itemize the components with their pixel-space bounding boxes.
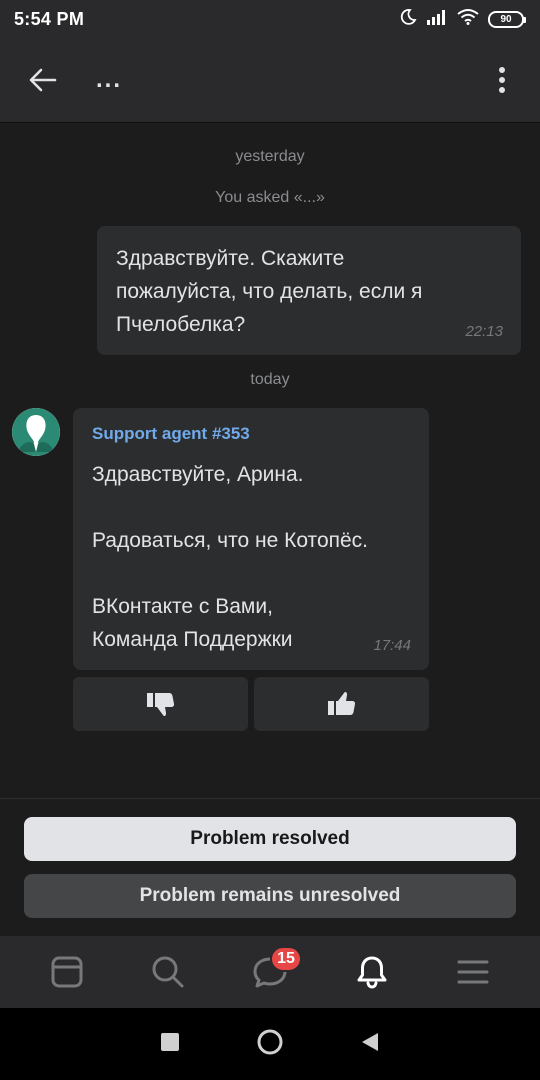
- search-icon: [152, 956, 184, 988]
- bell-icon: [357, 956, 387, 989]
- resolution-actions: Problem resolved Problem remains unresol…: [0, 798, 540, 936]
- back-button[interactable]: [18, 55, 68, 105]
- chat-history[interactable]: yesterday You asked «...» Здравствуйте. …: [0, 122, 540, 798]
- wifi-icon: [457, 8, 479, 30]
- thumbs-down-icon: [146, 693, 174, 717]
- problem-unresolved-button[interactable]: Problem remains unresolved: [24, 874, 516, 918]
- status-icons: 90: [399, 8, 526, 31]
- status-bar: 5:54 PM 90: [0, 0, 540, 38]
- like-button[interactable]: [254, 677, 429, 731]
- user-message-text: Здравствуйте. Скажите пожалуйста, что де…: [116, 247, 423, 336]
- page-title: ...: [96, 66, 123, 93]
- tab-menu[interactable]: [443, 942, 503, 1002]
- user-message-time: 22:13: [465, 323, 503, 340]
- status-time: 5:54 PM: [14, 8, 85, 29]
- messages-badge: 15: [269, 946, 302, 972]
- agent-message-text: Здравствуйте, Арина. Радоваться, что не …: [92, 463, 369, 651]
- date-separator-today: today: [250, 371, 290, 388]
- bottom-tab-bar: 15: [0, 936, 540, 1008]
- news-feed-icon: [51, 956, 83, 988]
- battery-icon: 90: [488, 10, 526, 28]
- more-options-button[interactable]: [482, 55, 522, 105]
- recents-button[interactable]: [160, 1032, 180, 1057]
- moon-icon: [399, 8, 417, 31]
- tab-notifications[interactable]: [342, 942, 402, 1002]
- agent-name[interactable]: Support agent #353: [92, 424, 250, 444]
- back-arrow-icon: [29, 68, 57, 92]
- tab-messages[interactable]: 15: [240, 942, 302, 1002]
- agent-message-bubble[interactable]: Support agent #353 Здравствуйте, Арина. …: [73, 408, 429, 670]
- user-message-bubble[interactable]: Здравствуйте. Скажите пожалуйста, что де…: [97, 226, 521, 355]
- back-triangle-icon: [362, 1032, 378, 1051]
- dislike-button[interactable]: [73, 677, 248, 731]
- home-circle-icon: [257, 1029, 283, 1054]
- tab-search[interactable]: [138, 942, 198, 1002]
- problem-resolved-button[interactable]: Problem resolved: [24, 817, 516, 861]
- system-nav-bar: [0, 1008, 540, 1080]
- you-asked-label: You asked «...»: [215, 189, 325, 206]
- home-button[interactable]: [256, 1028, 284, 1061]
- tab-news[interactable]: [37, 942, 97, 1002]
- date-separator-yesterday: yesterday: [235, 148, 305, 165]
- signal-icon: [426, 9, 448, 30]
- thumbs-up-icon: [327, 691, 355, 715]
- agent-avatar[interactable]: [12, 408, 60, 456]
- agent-message-time: 17:44: [373, 637, 411, 654]
- system-back-button[interactable]: [360, 1031, 380, 1058]
- recents-square-icon: [161, 1032, 179, 1051]
- top-app-bar: ...: [0, 38, 540, 122]
- more-vertical-icon: [499, 67, 505, 93]
- menu-icon: [457, 960, 489, 984]
- battery-level: 90: [500, 13, 512, 25]
